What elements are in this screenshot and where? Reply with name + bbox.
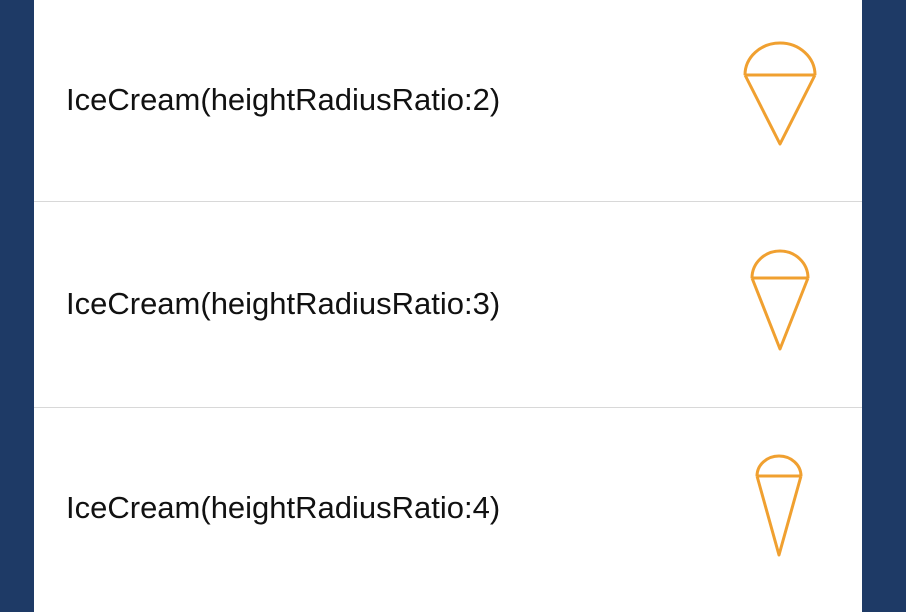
app-frame: IceCream(heightRadiusRatio:2) IceCream(h… — [0, 0, 906, 612]
list-item[interactable]: IceCream(heightRadiusRatio:3) — [34, 202, 862, 407]
list-item-label: IceCream(heightRadiusRatio:3) — [66, 286, 501, 321]
ice-cream-cone-icon — [754, 454, 804, 558]
list-item[interactable]: IceCream(heightRadiusRatio:4) — [34, 408, 862, 612]
ice-cream-list: IceCream(heightRadiusRatio:2) IceCream(h… — [34, 0, 862, 612]
ice-cream-cone-icon — [749, 248, 811, 352]
list-item-label: IceCream(heightRadiusRatio:2) — [66, 82, 501, 117]
list-item-label: IceCream(heightRadiusRatio:4) — [66, 490, 501, 525]
ice-cream-cone-icon — [742, 40, 818, 148]
list-item[interactable]: IceCream(heightRadiusRatio:2) — [34, 0, 862, 205]
